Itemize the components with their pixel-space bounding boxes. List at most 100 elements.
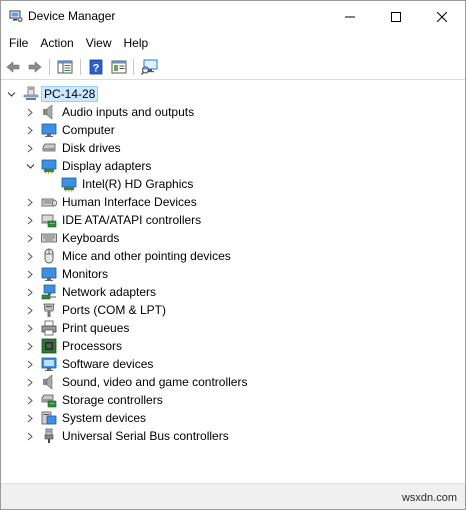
tree-item-label: IDE ATA/ATAPI controllers xyxy=(62,213,202,227)
svg-text:?: ? xyxy=(93,63,100,75)
tree-item-mice-pointing-devices[interactable]: Mice and other pointing devices xyxy=(1,247,465,265)
expand-chevron-icon[interactable] xyxy=(25,319,35,337)
expand-chevron-icon[interactable] xyxy=(25,355,35,373)
title-bar[interactable]: Device Manager xyxy=(1,1,465,32)
expand-chevron-icon[interactable] xyxy=(25,193,35,211)
expand-chevron-icon[interactable] xyxy=(25,373,35,391)
collapse-chevron-icon[interactable] xyxy=(6,85,16,103)
ide-controller-icon xyxy=(41,214,57,228)
tree-item-label: Print queues xyxy=(62,321,130,335)
usb-icon xyxy=(44,428,54,443)
back-arrow-icon xyxy=(6,61,20,73)
port-icon xyxy=(43,303,55,317)
tree-item-intel-hd-graphics[interactable]: Intel(R) HD Graphics xyxy=(1,175,465,193)
help-button[interactable]: ? xyxy=(86,57,106,77)
maximize-button[interactable] xyxy=(373,1,419,32)
close-button[interactable] xyxy=(419,1,465,32)
expand-chevron-icon[interactable] xyxy=(25,391,35,409)
expand-chevron-icon[interactable] xyxy=(25,427,35,445)
tree-item-monitors[interactable]: Monitors xyxy=(1,265,465,283)
tree-item-human-interface-devices[interactable]: Human Interface Devices xyxy=(1,193,465,211)
printer-icon xyxy=(41,320,57,336)
menu-file[interactable]: File xyxy=(3,33,34,53)
menu-help[interactable]: Help xyxy=(118,33,155,53)
expand-chevron-icon[interactable] xyxy=(25,301,35,319)
tree-item-label: Audio inputs and outputs xyxy=(62,105,195,119)
tree-item-label: Keyboards xyxy=(62,231,120,245)
expand-chevron-icon[interactable] xyxy=(25,211,35,229)
tree-item-ide-ata-atapi-controllers[interactable]: IDE ATA/ATAPI controllers xyxy=(1,211,465,229)
tree-item-label: System devices xyxy=(62,411,147,425)
hid-icon xyxy=(41,198,57,207)
toolbar-separator xyxy=(133,59,134,75)
tree-item-label: Ports (COM & LPT) xyxy=(62,303,167,317)
tree-item-processors[interactable]: Processors xyxy=(1,337,465,355)
menu-action[interactable]: Action xyxy=(34,33,79,53)
window-title: Device Manager xyxy=(28,9,116,23)
tree-item-label: Computer xyxy=(62,123,115,137)
forward-arrow-icon xyxy=(28,61,42,73)
toolbar-separator xyxy=(49,59,50,75)
tree-item-ports[interactable]: Ports (COM & LPT) xyxy=(1,301,465,319)
monitor-icon xyxy=(41,267,57,281)
expand-chevron-icon[interactable] xyxy=(25,229,35,247)
speaker-icon xyxy=(43,374,53,390)
tree-item-software-devices[interactable]: Software devices xyxy=(1,355,465,373)
tree-item-label: Disk drives xyxy=(62,141,121,155)
back-button[interactable] xyxy=(3,57,23,77)
tree-item-label: Storage controllers xyxy=(62,393,163,407)
tree-root-label[interactable]: PC-14-28 xyxy=(41,86,99,102)
mouse-icon xyxy=(44,248,54,264)
processor-icon xyxy=(41,338,57,354)
expand-chevron-icon[interactable] xyxy=(25,337,35,355)
device-tree: PC-14-28 Audio inputs and outputs Comput… xyxy=(1,81,465,483)
minimize-icon xyxy=(345,16,355,17)
toolbar: ? xyxy=(1,54,465,80)
tree-item-display-adapters[interactable]: Display adapters xyxy=(1,157,465,175)
tree-item-label: Network adapters xyxy=(62,285,157,299)
tree-item-label: Mice and other pointing devices xyxy=(62,249,231,263)
tree-item-sound-video-game-controllers[interactable]: Sound, video and game controllers xyxy=(1,373,465,391)
speaker-icon xyxy=(43,104,53,120)
menu-view[interactable]: View xyxy=(80,33,118,53)
tree-item-label: Human Interface Devices xyxy=(62,195,197,209)
properties-button[interactable] xyxy=(109,57,129,77)
expand-chevron-icon[interactable] xyxy=(25,139,35,157)
network-adapter-icon xyxy=(41,284,56,300)
tree-item-disk-drives[interactable]: Disk drives xyxy=(1,139,465,157)
disk-drive-icon xyxy=(42,143,56,152)
menu-bar: File Action View Help xyxy=(1,32,465,53)
expand-chevron-icon[interactable] xyxy=(25,283,35,301)
tree-item-label: Monitors xyxy=(62,267,109,281)
device-manager-icon xyxy=(9,10,23,23)
computer-icon xyxy=(23,86,39,100)
forward-button[interactable] xyxy=(25,57,45,77)
watermark-text: wsxdn.com xyxy=(401,492,457,504)
tree-item-network-adapters[interactable]: Network adapters xyxy=(1,283,465,301)
monitor-icon xyxy=(41,123,57,137)
tree-item-audio-inputs-outputs[interactable]: Audio inputs and outputs xyxy=(1,103,465,121)
display-adapter-icon xyxy=(61,177,77,192)
show-hide-console-tree-button[interactable] xyxy=(55,57,75,77)
collapse-chevron-icon[interactable] xyxy=(25,157,35,175)
expand-chevron-icon[interactable] xyxy=(25,121,35,139)
keyboard-icon xyxy=(41,233,57,243)
scan-hardware-button[interactable] xyxy=(140,57,160,77)
tree-root[interactable]: PC-14-28 xyxy=(1,85,465,103)
minimize-button[interactable] xyxy=(327,1,373,32)
show-hide-console-tree-icon xyxy=(57,60,73,74)
expand-chevron-icon[interactable] xyxy=(25,103,35,121)
tree-item-label: Software devices xyxy=(62,357,154,371)
tree-item-system-devices[interactable]: System devices xyxy=(1,409,465,427)
tree-item-keyboards[interactable]: Keyboards xyxy=(1,229,465,247)
software-device-icon xyxy=(41,357,57,371)
tree-item-print-queues[interactable]: Print queues xyxy=(1,319,465,337)
expand-chevron-icon[interactable] xyxy=(25,265,35,283)
close-icon xyxy=(437,11,447,22)
tree-item-computer[interactable]: Computer xyxy=(1,121,465,139)
expand-chevron-icon[interactable] xyxy=(25,409,35,427)
tree-item-usb-controllers[interactable]: Universal Serial Bus controllers xyxy=(1,427,465,445)
help-icon: ? xyxy=(89,59,103,75)
expand-chevron-icon[interactable] xyxy=(25,247,35,265)
tree-item-storage-controllers[interactable]: Storage controllers xyxy=(1,391,465,409)
